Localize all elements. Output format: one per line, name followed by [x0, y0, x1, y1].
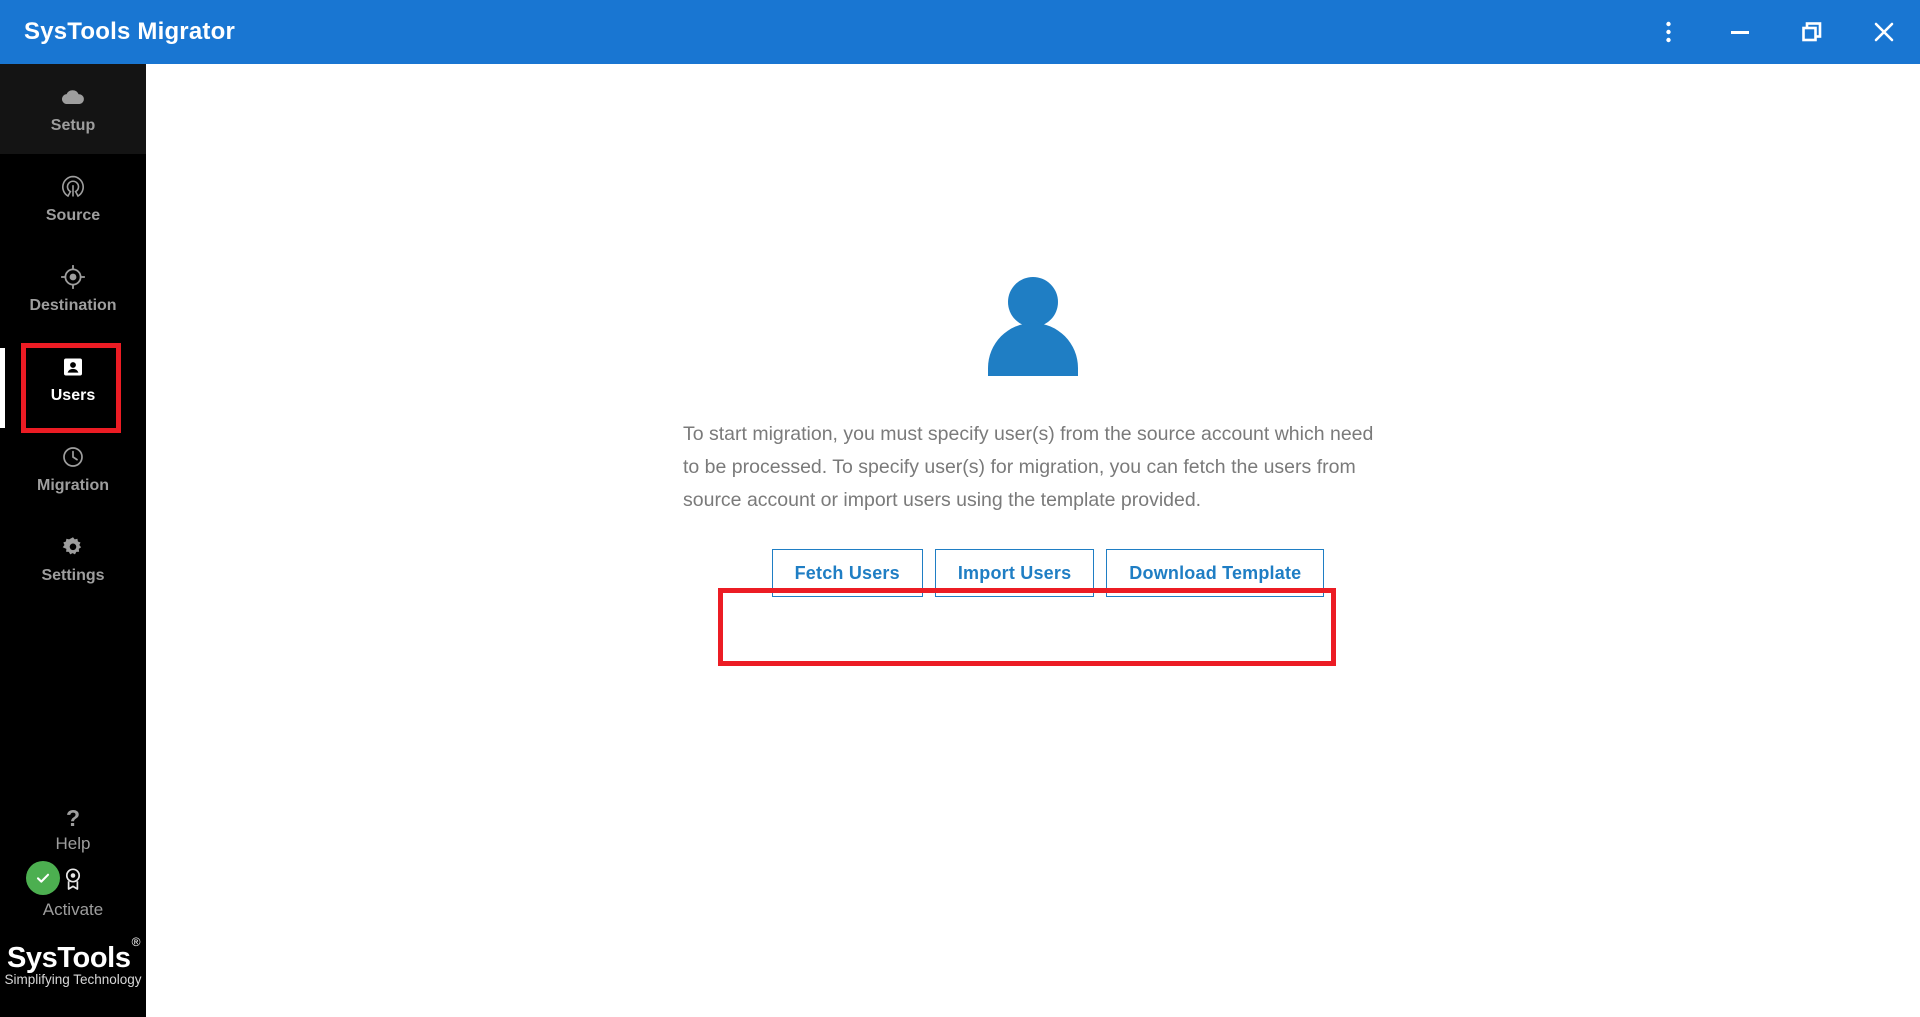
users-empty-state: To start migration, you must specify use… [683, 276, 1383, 597]
sidebar-item-activate[interactable]: Activate [0, 859, 146, 921]
clock-icon [61, 444, 85, 470]
sidebar-item-users[interactable]: Users [0, 334, 146, 424]
sidebar-item-label: Users [50, 387, 96, 404]
user-card-icon [61, 354, 85, 380]
restore-button[interactable] [1776, 0, 1848, 64]
more-options-button[interactable] [1632, 0, 1704, 64]
sidebar-item-label: Setup [50, 117, 96, 134]
brand-name: SysTools® [6, 935, 140, 975]
window-controls [1632, 0, 1920, 64]
empty-state-description: To start migration, you must specify use… [683, 423, 1374, 511]
question-mark-icon: ? [63, 805, 83, 831]
sidebar-item-label: Source [45, 207, 101, 224]
sidebar-item-label: Destination [29, 297, 117, 314]
opensource-icon [61, 174, 85, 200]
sidebar-item-help[interactable]: ? Help [0, 797, 146, 859]
svg-text:?: ? [66, 806, 80, 830]
award-badge-icon [62, 867, 84, 896]
import-users-button[interactable]: Import Users [934, 549, 1095, 597]
title-bar: SysTools Migrator [0, 0, 1920, 64]
user-silhouette-icon [982, 276, 1084, 376]
action-buttons: Fetch Users Import Users Download Templa… [742, 549, 1325, 597]
users-highlight-left-sliver [0, 348, 5, 428]
sidebar-item-settings[interactable]: Settings [0, 514, 146, 604]
sidebar-item-label: Activate [42, 899, 104, 919]
sidebar-item-destination[interactable]: Destination [0, 244, 146, 334]
sidebar-item-source[interactable]: Source [0, 154, 146, 244]
fetch-users-button[interactable]: Fetch Users [771, 549, 923, 597]
sidebar-item-label: Migration [37, 477, 109, 494]
target-icon [61, 264, 85, 290]
sidebar-item-setup[interactable]: Setup [0, 64, 146, 154]
activated-check-badge [26, 860, 60, 895]
brand-logo: SysTools® Simplifying Technology [0, 921, 146, 1017]
download-template-button[interactable]: Download Template [1106, 549, 1325, 597]
registered-mark: ® [131, 934, 141, 949]
gear-icon [61, 534, 85, 560]
cloud-icon [60, 84, 86, 110]
sidebar-bottom-group: ? Help Activate [0, 797, 146, 921]
sidebar-item-label: Help [55, 833, 91, 853]
sidebar-item-migration[interactable]: Migration [0, 424, 146, 514]
sidebar-item-label: Settings [41, 567, 105, 584]
app-title: SysTools Migrator [24, 18, 235, 45]
brand-name-text: SysTools [6, 941, 131, 974]
close-button[interactable] [1848, 0, 1920, 64]
sidebar: Setup Source Destination Users Migration… [0, 64, 146, 1017]
main-content: To start migration, you must specify use… [146, 64, 1920, 1017]
activate-icon-group [0, 860, 146, 897]
minimize-button[interactable] [1704, 0, 1776, 64]
application-window: SysTools Migrator Setup Source Destinati… [0, 0, 1920, 1017]
